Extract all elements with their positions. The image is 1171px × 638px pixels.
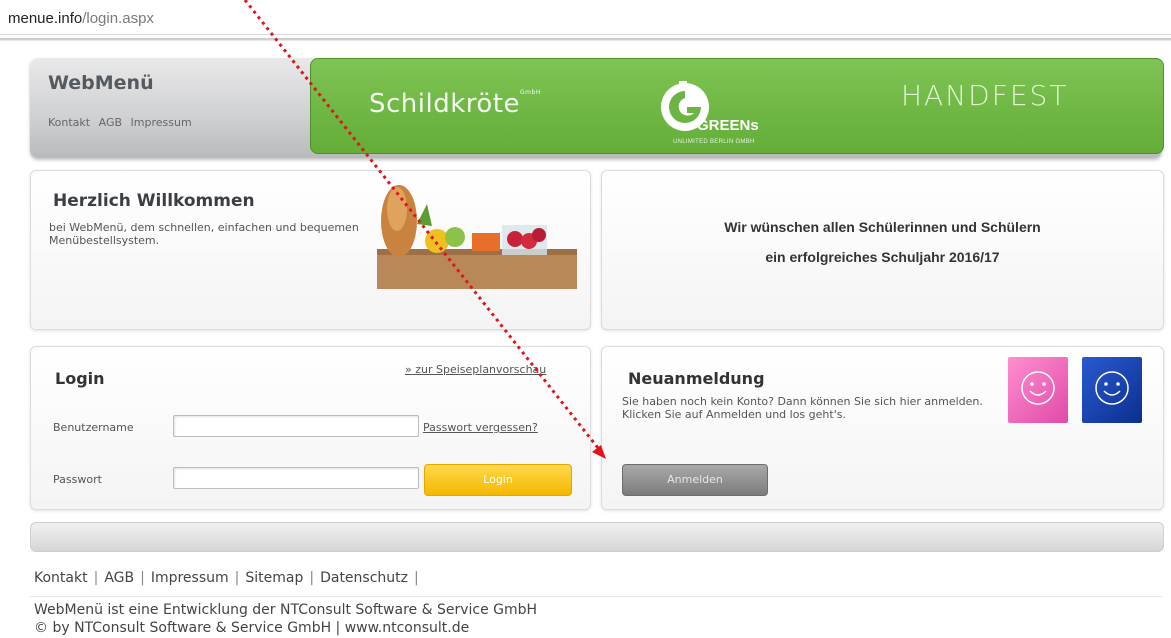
url-domain: menue.info (8, 10, 83, 27)
handfest-logo: HANDFEST (901, 79, 1069, 112)
notice-line-2: ein erfolgreiches Schuljahr 2016/17 (765, 249, 1000, 265)
username-label: Benutzername (53, 421, 134, 434)
separator: | (234, 570, 240, 586)
site-header: WebMenü Kontakt AGB Impressum Schildkröt… (30, 58, 1164, 158)
brand-title: WebMenü (48, 72, 154, 94)
register-button[interactable]: Anmelden (622, 464, 768, 496)
footer-link-agb[interactable]: AGB (104, 570, 134, 586)
header-links: Kontakt AGB Impressum (48, 116, 197, 129)
greens-logo-subtitle: UNLIMITED BERLIN GMBH (673, 139, 755, 145)
menu-preview-link[interactable]: » zur Speiseplanvorschau (405, 363, 546, 376)
password-label: Passwort (53, 473, 102, 486)
separator: | (309, 570, 315, 586)
schildkroete-text: Schildkröte (369, 89, 521, 119)
welcome-panel: Herzlich Willkommen bei WebMenü, dem sch… (30, 170, 591, 330)
footer-links: Kontakt | AGB | Impressum | Sitemap | Datenschut… (34, 570, 425, 586)
schildkroete-mark: GmbH (520, 89, 541, 96)
registration-title: Neuanmeldung (628, 369, 765, 388)
footer-link-kontakt[interactable]: Kontakt (34, 570, 88, 586)
url-path: /login.aspx (82, 10, 154, 27)
footer-credit: WebMenü ist eine Entwicklung der NTConsu… (34, 602, 538, 618)
welcome-text: bei WebMenü, dem schnellen, einfachen un… (49, 221, 359, 247)
smiley-blue-icon (1082, 357, 1142, 423)
login-title: Login (55, 369, 105, 388)
notice-line-1: Wir wünschen allen Schülerinnen und Schü… (724, 219, 1041, 235)
browser-address-bar[interactable]: menue.info/login.aspx (0, 0, 1171, 40)
password-input[interactable] (173, 467, 419, 489)
header-link-impressum[interactable]: Impressum (131, 116, 192, 129)
header-link-agb[interactable]: AGB (99, 116, 122, 129)
footer-link-sitemap[interactable]: Sitemap (245, 570, 303, 586)
notice-panel: Wir wünschen allen Schülerinnen und Schü… (601, 170, 1164, 330)
grocery-bag-image (377, 185, 577, 289)
username-input[interactable] (173, 415, 419, 437)
separator: | (414, 570, 419, 586)
registration-panel: Neuanmeldung Sie haben noch kein Konto? … (601, 346, 1164, 510)
divider (0, 34, 1171, 35)
footer-divider (30, 596, 1162, 597)
footer-link-impressum[interactable]: Impressum (151, 570, 229, 586)
url-text[interactable]: menue.info/login.aspx (8, 10, 154, 27)
schildkroete-logo: SchildkröteGmbH (369, 89, 541, 119)
forgot-password-link[interactable]: Passwort vergessen? (423, 421, 538, 434)
greens-logo-text: GREENs (697, 117, 759, 134)
welcome-title: Herzlich Willkommen (53, 191, 255, 211)
partner-banner: SchildkröteGmbH GREENs UNLIMITED BERLIN … (310, 58, 1164, 154)
login-panel: Login » zur Speiseplanvorschau Benutzern… (30, 346, 591, 510)
header-link-kontakt[interactable]: Kontakt (48, 116, 90, 129)
separator: | (140, 570, 145, 586)
footer-bar (30, 522, 1164, 552)
login-button[interactable]: Login (424, 464, 572, 496)
footer-copyright: © by NTConsult Software & Service GmbH |… (34, 620, 470, 636)
separator: | (93, 570, 99, 586)
registration-text: Sie haben noch kein Konto? Dann können S… (622, 395, 983, 421)
smiley-pink-icon (1008, 357, 1068, 423)
footer-link-datenschutz[interactable]: Datenschutz (320, 570, 408, 586)
